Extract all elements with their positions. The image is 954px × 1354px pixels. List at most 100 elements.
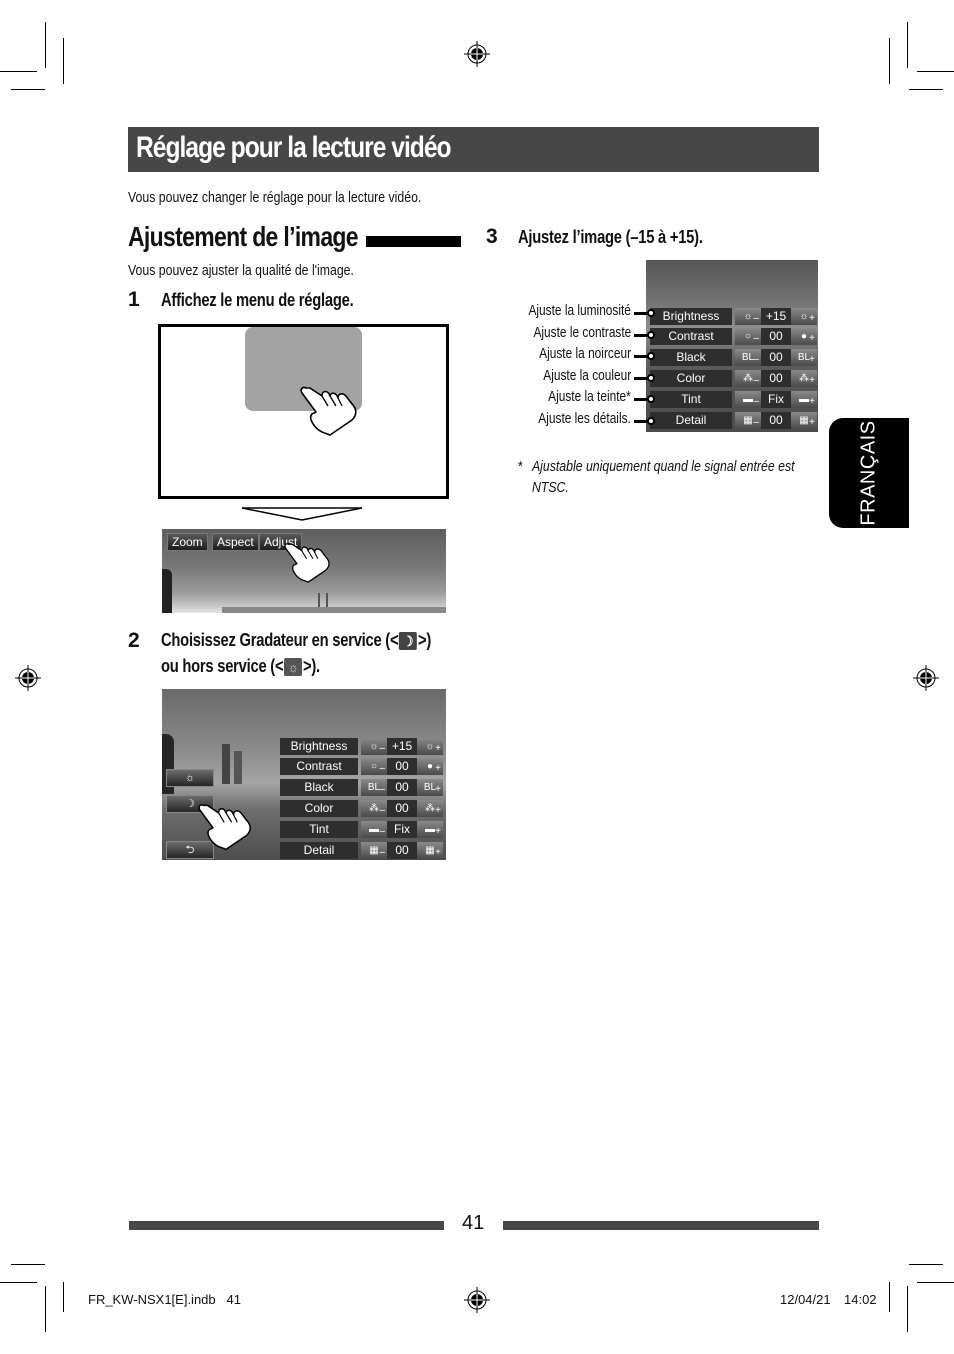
circle-filled-icon: ● <box>426 761 434 773</box>
callout-label: Ajuste la luminosité <box>528 303 631 319</box>
sun-bright-icon: ☼ <box>425 740 435 752</box>
registration-mark-icon <box>15 665 41 691</box>
crop-mark <box>63 1282 64 1312</box>
footnote-marker: * <box>518 458 523 475</box>
bl-dark-icon: BL <box>741 352 755 364</box>
sun-dim-minus-button[interactable]: ☼ – <box>361 737 387 755</box>
adjust-label: Tint <box>280 820 358 838</box>
color-dots-minus-button[interactable]: ⁂ – <box>735 369 761 387</box>
color-dots-plus-button[interactable]: ⁂ + <box>791 369 817 387</box>
adjust-row-detail: Detail ▦ –00 ▦ + <box>280 841 443 859</box>
page-intro: Vous pouvez changer le réglage pour la l… <box>128 189 422 206</box>
zoom-button[interactable]: Zoom <box>167 533 208 551</box>
checker-icon: ▦ <box>799 414 809 426</box>
page-title: Réglage pour la lecture vidéo <box>136 131 452 164</box>
tint-gradient-icon: ▬ <box>799 393 809 405</box>
bl-light-plus-button[interactable]: BL + <box>791 349 817 367</box>
adjust-label: Color <box>650 369 732 387</box>
circle-filled-plus-button[interactable]: ● + <box>417 758 443 776</box>
page-rule-right <box>503 1221 819 1230</box>
minus-sign: – <box>379 784 385 796</box>
checker-plus-button[interactable]: ▦ + <box>417 841 443 859</box>
crop-mark <box>45 1286 46 1332</box>
color-dots-plus-button[interactable]: ⁂ + <box>417 799 443 817</box>
adjust-value: 00 <box>387 841 417 859</box>
bl-dark-minus-button[interactable]: BL – <box>735 349 761 367</box>
adjust-label: Detail <box>650 411 732 429</box>
checker-minus-button[interactable]: ▦ – <box>735 411 761 429</box>
language-tab: FRANÇAIS <box>829 418 909 528</box>
sun-dim-icon: ☼ <box>743 310 753 322</box>
step-text-part: ou hors service (< <box>161 656 284 676</box>
adjust-label: Detail <box>280 841 358 859</box>
footnote: * Ajustable uniquement quand le signal e… <box>518 458 855 496</box>
adjust-row-contrast: Contrast ○ –00 ● + <box>650 328 817 346</box>
pointing-hand-icon <box>300 386 357 436</box>
adjust-value: +15 <box>387 737 417 755</box>
plus-sign: + <box>809 333 815 345</box>
bl-light-plus-button[interactable]: BL + <box>417 779 443 797</box>
callout-dot <box>647 395 655 403</box>
plus-sign: + <box>809 416 815 428</box>
circle-outline-minus-button[interactable]: ○ – <box>735 328 761 346</box>
sun-bright-plus-button[interactable]: ☼ + <box>417 737 443 755</box>
bl-dark-minus-button[interactable]: BL – <box>361 779 387 797</box>
dimmer-off-button[interactable]: ☼ <box>166 769 214 787</box>
adjust-value: Fix <box>387 820 417 838</box>
pointing-hand-icon <box>198 804 251 851</box>
crop-mark <box>45 22 46 68</box>
language-label: FRANÇAIS <box>857 420 880 526</box>
checker-plus-button[interactable]: ▦ + <box>791 411 817 429</box>
color-dots-icon: ⁂ <box>425 802 435 814</box>
tint-gradient-plus-button[interactable]: ▬ + <box>417 820 443 838</box>
step-text: ou hors service (< ☼ >). <box>161 656 320 677</box>
bl-dark-icon: BL <box>367 782 381 794</box>
footnote-line: NTSC. <box>531 479 569 496</box>
callout-label: Ajuste le contraste <box>533 324 631 341</box>
down-arrow-icon <box>242 507 362 521</box>
dimmer-off-icon: ☼ <box>284 657 303 676</box>
tint-gradient-minus-button[interactable]: ▬ – <box>361 820 387 838</box>
aspect-button[interactable]: Aspect <box>212 533 259 551</box>
crop-mark <box>0 1282 37 1283</box>
minus-sign: – <box>379 804 385 816</box>
crop-mark <box>907 1286 908 1332</box>
callout-dot <box>647 352 655 360</box>
adjust-value: 00 <box>761 369 791 387</box>
minus-sign: – <box>753 374 759 386</box>
plus-sign: + <box>809 395 815 407</box>
adjust-row-brightness: Brightness ☼ – +15 ☼ + <box>650 307 817 325</box>
color-dots-minus-button[interactable]: ⁂ – <box>361 799 387 817</box>
circle-outline-minus-button[interactable]: ○ – <box>361 758 387 776</box>
circle-outline-icon: ○ <box>370 761 378 773</box>
minus-sign: – <box>379 825 385 837</box>
tint-gradient-icon: ▬ <box>743 393 753 405</box>
plus-sign: + <box>809 312 815 324</box>
tint-gradient-icon: ▬ <box>425 823 435 835</box>
minus-sign: – <box>753 333 759 345</box>
circle-filled-icon: ● <box>800 331 808 343</box>
adjust-row-color: Color ⁂ –00 ⁂ + <box>280 799 443 817</box>
step-text-part: >) <box>418 630 432 650</box>
tint-gradient-minus-button[interactable]: ▬ – <box>735 390 761 408</box>
circle-filled-plus-button[interactable]: ● + <box>791 328 817 346</box>
plus-sign: + <box>809 354 815 366</box>
slug-time: 14:02 <box>844 1292 877 1307</box>
crop-mark <box>0 71 37 72</box>
adjust-value: 00 <box>387 799 417 817</box>
adjust-row-detail: Detail ▦ –00 ▦ + <box>650 411 817 429</box>
sun-bright-plus-button[interactable]: ☼ + <box>791 307 817 325</box>
callout-dot <box>647 330 655 339</box>
slug-file: FR_KW-NSX1[E].indb 41 <box>88 1292 241 1307</box>
callout-label: Ajuste la noirceur <box>539 346 631 362</box>
tint-gradient-plus-button[interactable]: ▬ + <box>791 390 817 408</box>
minus-sign: – <box>753 416 759 428</box>
adjust-label: Brightness <box>280 737 358 755</box>
checker-minus-button[interactable]: ▦ – <box>361 841 387 859</box>
crop-mark <box>907 22 908 68</box>
sun-dim-minus-button[interactable]: ☼ – <box>735 307 761 325</box>
footnote-line: Ajustable uniquement quand le signal ent… <box>531 458 795 475</box>
callout-dot <box>647 416 655 425</box>
adjust-row-tint: Tint ▬ – Fix ▬ + <box>280 820 443 838</box>
checker-icon: ▦ <box>425 844 435 856</box>
